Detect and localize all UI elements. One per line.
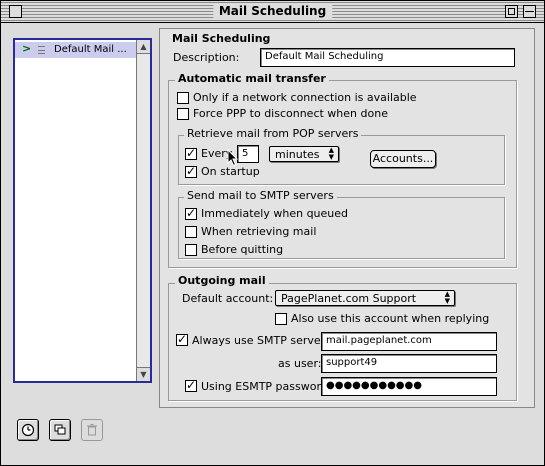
document-icon	[38, 46, 45, 54]
collapse-box[interactable]	[523, 5, 536, 18]
list-scrollbar[interactable]: ▲ ▼	[136, 40, 150, 381]
immediately-label[interactable]: Immediately when queued	[201, 207, 348, 220]
force-ppp-checkbox[interactable]	[177, 108, 189, 120]
only-network-checkbox[interactable]	[177, 92, 189, 104]
description-label: Description:	[173, 51, 240, 64]
duplicate-button[interactable]	[49, 419, 71, 441]
clock-icon	[21, 423, 35, 437]
retrieve-legend: Retrieve mail from POP servers	[184, 127, 362, 140]
default-account-label: Default account:	[182, 292, 274, 305]
only-network-label[interactable]: Only if a network connection is availabl…	[193, 91, 417, 104]
send-legend: Send mail to SMTP servers	[184, 189, 337, 202]
immediately-checkbox[interactable]	[185, 206, 197, 220]
password-field[interactable]: ●●●●●●●●●●●	[321, 377, 497, 396]
default-account-value: PagePlanet.com Support	[281, 292, 417, 305]
delete-button[interactable]	[81, 419, 103, 441]
smtp-server-field[interactable]: mail.pageplanet.com	[321, 332, 497, 351]
duplicate-icon	[54, 424, 66, 435]
smtp-server-label[interactable]: Always use SMTP server:	[192, 334, 329, 347]
schedule-list-content: > Default Mail ...	[15, 40, 136, 381]
force-ppp-label[interactable]: Force PPP to disconnect when done	[193, 107, 388, 120]
also-use-label[interactable]: Also use this account when replying	[291, 312, 489, 325]
interval-unit-popup[interactable]: minutes ▲ ▼	[269, 146, 339, 162]
settings-panel: Mail Scheduling Description: Default Mai…	[159, 28, 535, 408]
every-checkbox[interactable]	[185, 146, 197, 160]
esmtp-label[interactable]: Using ESMTP password:	[201, 380, 332, 393]
schedule-list[interactable]: > Default Mail ... ▲ ▼	[13, 38, 152, 383]
before-quitting-label[interactable]: Before quitting	[201, 243, 283, 256]
chevron-right-icon: >	[22, 42, 32, 55]
popup-arrows-icon: ▲ ▼	[328, 146, 334, 161]
when-retrieving-label[interactable]: When retrieving mail	[201, 225, 316, 238]
zoom-box[interactable]	[505, 5, 518, 18]
automatic-transfer-legend: Automatic mail transfer	[175, 72, 329, 85]
on-startup-checkbox[interactable]	[185, 164, 197, 178]
also-use-checkbox[interactable]	[275, 313, 287, 325]
close-box[interactable]	[9, 5, 22, 18]
smtp-server-checkbox[interactable]	[176, 332, 188, 346]
list-item-label: Default Mail ...	[54, 44, 127, 55]
every-interval-field[interactable]: 5	[237, 145, 259, 163]
user-field[interactable]: support49	[321, 354, 497, 373]
list-item[interactable]: > Default Mail ...	[15, 42, 136, 58]
accounts-button[interactable]: Accounts...	[370, 150, 436, 168]
interval-unit-value: minutes	[275, 148, 320, 161]
trash-icon	[87, 424, 97, 436]
scroll-up-icon[interactable]: ▲	[137, 40, 150, 54]
scroll-down-icon[interactable]: ▼	[137, 367, 150, 381]
window-title: Mail Scheduling	[212, 4, 333, 19]
as-user-label: as user:	[278, 357, 322, 370]
title-bar[interactable]: Mail Scheduling	[1, 1, 544, 23]
esmtp-checkbox[interactable]	[185, 378, 197, 392]
outgoing-legend: Outgoing mail	[175, 274, 269, 287]
panel-heading: Mail Scheduling	[172, 32, 271, 45]
default-account-popup[interactable]: PagePlanet.com Support ▲ ▼	[275, 290, 455, 306]
mail-scheduling-window: Mail Scheduling > Default Mail ... ▲ ▼ M…	[0, 0, 545, 466]
popup-arrows-icon: ▲ ▼	[444, 290, 450, 305]
when-retrieving-checkbox[interactable]	[185, 226, 197, 238]
before-quitting-checkbox[interactable]	[185, 244, 197, 256]
description-field[interactable]: Default Mail Scheduling	[260, 48, 515, 67]
schedule-button[interactable]	[17, 419, 39, 441]
